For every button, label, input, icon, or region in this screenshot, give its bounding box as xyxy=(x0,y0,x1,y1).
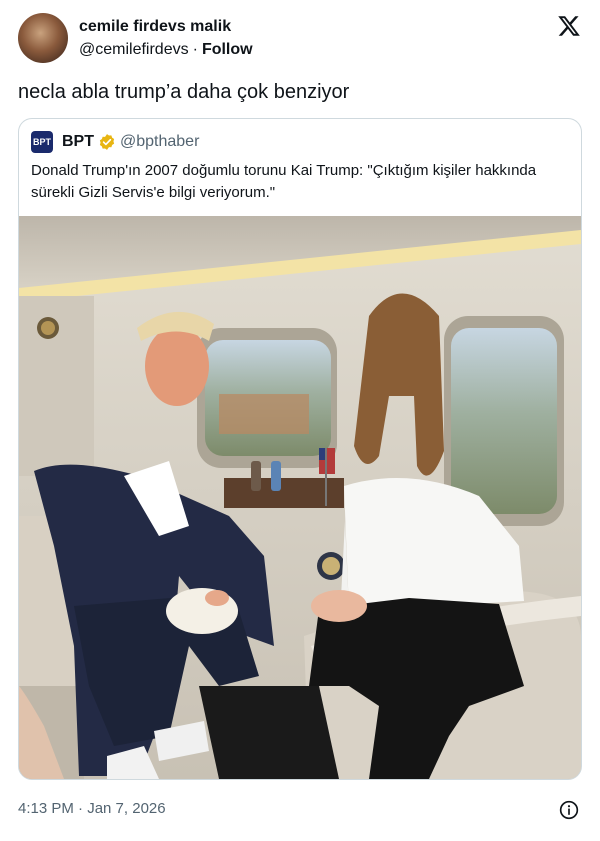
cabin-photo-image xyxy=(19,216,581,779)
quoted-avatar[interactable]: BPT xyxy=(31,131,53,153)
quoted-handle[interactable]: @bpthaber xyxy=(120,133,199,151)
author-handle[interactable]: @cemilefirdevs xyxy=(79,41,189,58)
author-display-name[interactable]: cemile firdevs malik xyxy=(79,18,231,36)
author-meta-line: @cemilefirdevs · Follow xyxy=(79,41,253,59)
quoted-text: Donald Trump'ın 2007 doğumlu torunu Kai … xyxy=(31,162,537,201)
info-icon[interactable] xyxy=(559,800,579,820)
quoted-photo[interactable] xyxy=(19,216,581,779)
separator-dot: · xyxy=(192,41,198,58)
x-logo-icon[interactable] xyxy=(557,14,581,38)
verified-badge-icon xyxy=(99,134,115,150)
tweet-timestamp[interactable]: 4:13 PM · Jan 7, 2026 xyxy=(18,800,166,817)
quoted-display-name[interactable]: BPT xyxy=(62,133,94,151)
tweet-text: necla abla trump’a daha çok benziyor xyxy=(18,81,350,103)
quoted-tweet[interactable]: BPT BPT @bpthaber Donald Trump'ın 2007 d… xyxy=(18,118,582,780)
avatar[interactable] xyxy=(18,13,68,63)
follow-button[interactable]: Follow xyxy=(202,41,253,58)
